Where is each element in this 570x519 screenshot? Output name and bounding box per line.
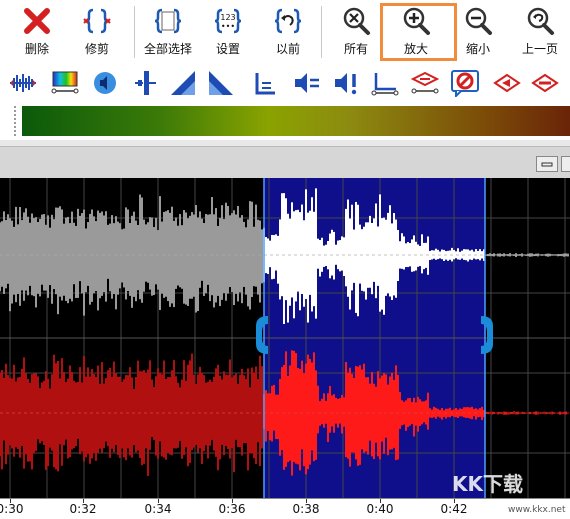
zoom-all-label: 所有 (343, 42, 368, 56)
waveform-view[interactable] (0, 178, 570, 498)
effect-icon[interactable] (530, 68, 560, 98)
timeline-label: 0:40 (366, 502, 394, 516)
watermark-logo: KK下载 (452, 472, 523, 496)
previous-label: 以前 (275, 42, 300, 56)
waveform-canvas (0, 178, 570, 498)
minimize-panel-button[interactable] (536, 156, 558, 172)
delete-x-icon (20, 4, 54, 38)
main-toolbar: 删除 修剪 全部选择 123 ••• 设置 以前 所有 放大 缩小 上一页 (0, 0, 570, 64)
fade-out-icon[interactable] (206, 68, 236, 98)
previous-page-label: 上一页 (521, 42, 558, 56)
timeline-label: 0:36 (218, 502, 246, 516)
trim-label: 修剪 (84, 42, 109, 56)
gradient-grip (14, 106, 18, 136)
settings-button[interactable]: 123 ••• 设置 (206, 4, 250, 62)
delete-label: 删除 (24, 42, 49, 56)
select-all-icon (151, 4, 185, 38)
zoom-all-icon (339, 4, 373, 38)
marker-icon[interactable] (410, 68, 440, 98)
amplify-icon[interactable] (332, 68, 362, 98)
timeline-label: 0:32 (69, 502, 97, 516)
normalize-icon[interactable] (292, 68, 322, 98)
previous-button[interactable]: 以前 (266, 4, 310, 62)
minimize-icon (541, 162, 553, 167)
waveform-panel-header (0, 146, 570, 179)
zoom-in-highlight-frame (380, 3, 457, 61)
watermark-url: www.kkx.net (508, 505, 566, 515)
settings-123-icon: 123 ••• (211, 4, 245, 38)
envelope-icon[interactable] (370, 68, 400, 98)
delete-button[interactable]: 删除 (12, 4, 62, 62)
timeline-label: 0:38 (292, 502, 320, 516)
zoom-out-button[interactable]: 缩小 (456, 4, 500, 62)
volume-fader-icon[interactable] (130, 68, 160, 98)
effects-toolbar (0, 64, 570, 102)
zoom-all-button[interactable]: 所有 (334, 4, 378, 62)
previous-icon (271, 4, 305, 38)
toolbar-separator (321, 6, 322, 58)
select-all-label: 全部选择 (143, 42, 192, 56)
reverse-icon[interactable] (492, 68, 522, 98)
restore-panel-button[interactable] (561, 156, 570, 172)
svg-text:•••: ••• (221, 22, 235, 31)
select-all-button[interactable]: 全部选择 (138, 4, 198, 62)
timeline-label: 0:30 (0, 502, 24, 516)
previous-page-icon (523, 4, 557, 38)
trim-icon (80, 4, 114, 38)
spectrum-icon[interactable] (50, 68, 80, 98)
trim-button[interactable]: 修剪 (72, 4, 122, 62)
fade-in-icon[interactable] (168, 68, 198, 98)
timeline-label: 0:34 (144, 502, 172, 516)
zoom-out-label: 缩小 (465, 42, 490, 56)
settings-label: 设置 (215, 42, 240, 56)
svg-text:123: 123 (220, 13, 235, 22)
timeline-label: 0:42 (440, 502, 468, 516)
level-gradient-bar (22, 106, 570, 136)
silence-icon[interactable] (250, 68, 280, 98)
timeline-ruler[interactable]: 0:30 0:32 0:34 0:36 0:38 0:40 0:42 (0, 498, 570, 519)
expand-waveform-icon[interactable] (8, 68, 38, 98)
zoom-out-icon (461, 4, 495, 38)
stop-icon[interactable] (450, 68, 480, 98)
toolbar-separator (134, 6, 135, 58)
previous-page-button[interactable]: 上一页 (516, 4, 564, 62)
speaker-icon[interactable] (90, 68, 120, 98)
